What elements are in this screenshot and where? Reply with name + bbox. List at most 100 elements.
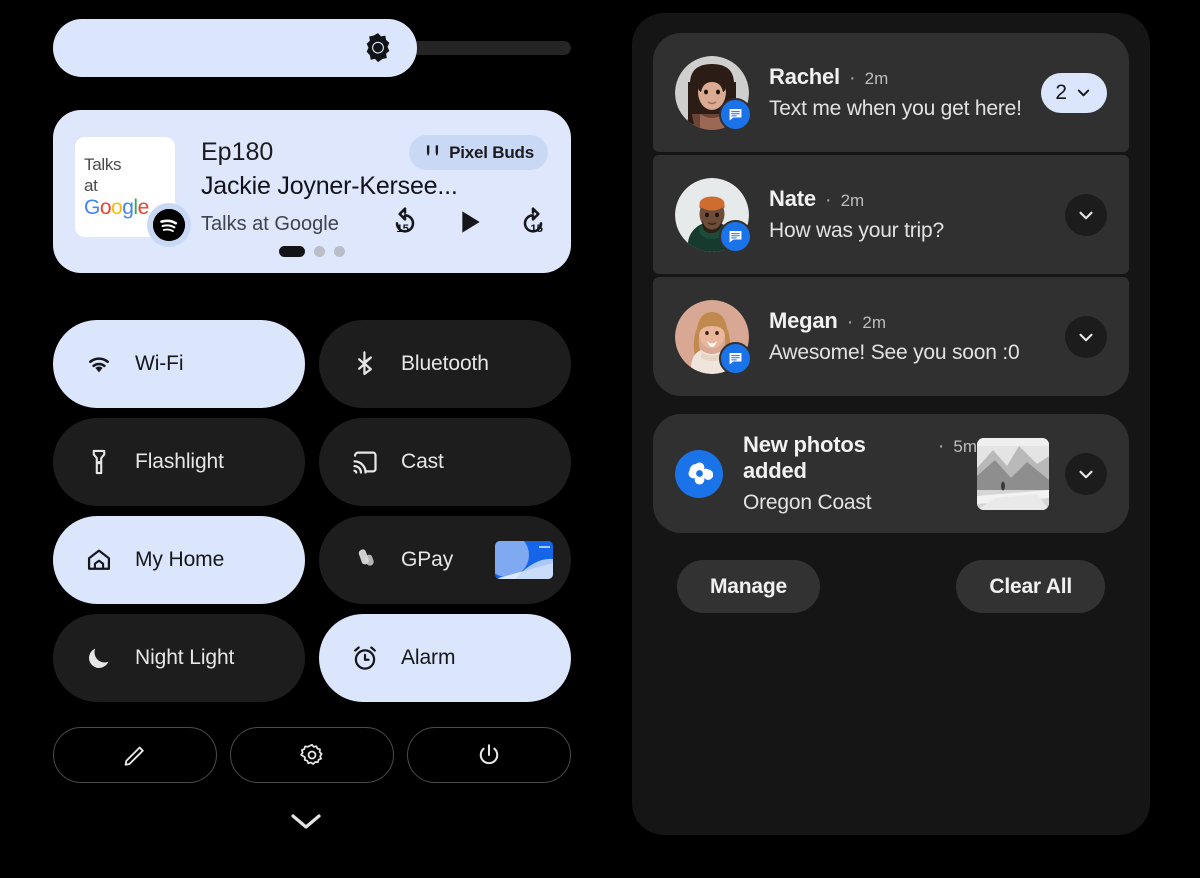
album-art-line-1: Talks — [84, 155, 122, 174]
cast-icon — [353, 451, 377, 474]
notification-google-photos[interactable]: New photos added · 5m Oregon Coast — [653, 414, 1129, 533]
quick-settings-panel: Talks at Google Ep180 Jackie Joyner-Kers… — [0, 0, 612, 878]
notification-count: 2 — [1055, 80, 1067, 104]
brightness-slider[interactable] — [53, 19, 571, 77]
media-player-card[interactable]: Talks at Google Ep180 Jackie Joyner-Kers… — [53, 110, 571, 273]
power-icon — [479, 744, 499, 765]
timestamp: 2m — [840, 191, 865, 210]
brightness-icon — [366, 33, 390, 63]
pencil-icon — [124, 746, 144, 766]
tile-night-light[interactable]: Night Light — [53, 614, 305, 702]
messages-icon — [719, 97, 752, 131]
replay-15-icon[interactable]: 15 — [389, 206, 421, 238]
notification-header: Megan · 2m — [769, 308, 1065, 334]
quick-settings-footer — [53, 727, 571, 783]
brightness-fill[interactable] — [53, 19, 417, 77]
notification-content: Nate · 2m How was your trip? — [769, 186, 1065, 243]
notification-title: New photos added — [743, 432, 866, 483]
media-controls: 15 15 — [389, 206, 549, 238]
tile-label: Alarm — [401, 646, 456, 669]
manage-button[interactable]: Manage — [677, 560, 820, 613]
sender-name: Rachel — [769, 64, 840, 89]
shade-action-row: Manage Clear All — [653, 560, 1129, 613]
notification-megan[interactable]: Megan · 2m Awesome! See you soon :0 — [653, 277, 1129, 396]
tile-row-2: Flashlight Cast — [53, 418, 571, 506]
notification-nate[interactable]: Nate · 2m How was your trip? — [653, 155, 1129, 274]
album-art-line-2: at — [84, 176, 98, 195]
flashlight-icon — [92, 449, 106, 475]
tile-bluetooth[interactable]: Bluetooth — [319, 320, 571, 408]
forward-15-icon[interactable]: 15 — [517, 206, 549, 238]
svg-text:15: 15 — [530, 223, 543, 235]
tile-row-4: Night Light Alarm — [53, 614, 571, 702]
expand-notification-button[interactable] — [1065, 193, 1107, 236]
message-preview: Awesome! See you soon :0 — [769, 341, 1020, 364]
avatar — [675, 299, 752, 375]
alarm-icon — [354, 646, 376, 670]
clear-all-button[interactable]: Clear All — [956, 560, 1105, 613]
notification-header: Nate · 2m — [769, 186, 1065, 212]
notification-header: Rachel · 2m — [769, 64, 1041, 90]
tile-row-3: My Home GPay — [53, 516, 571, 604]
tile-row-1: Wi-Fi Bluetooth — [53, 320, 571, 408]
page-dot-1[interactable] — [279, 246, 305, 257]
separator: · — [846, 311, 854, 333]
conversation-notifications: Rachel · 2m Text me when you get here! 2 — [653, 33, 1129, 396]
notification-count-expand-chip[interactable]: 2 — [1041, 72, 1107, 113]
edit-tiles-button[interactable] — [53, 727, 217, 783]
home-icon — [87, 549, 111, 570]
settings-button[interactable] — [230, 727, 394, 783]
payment-card-thumbnail — [495, 541, 553, 579]
page-dot-3[interactable] — [334, 246, 345, 257]
tile-flashlight[interactable]: Flashlight — [53, 418, 305, 506]
collapse-shade-handle[interactable] — [0, 808, 612, 834]
media-output-label: Pixel Buds — [449, 142, 534, 162]
avatar — [675, 177, 752, 253]
messages-icon — [719, 219, 752, 253]
chevron-down-icon — [1077, 89, 1090, 97]
svg-text:15: 15 — [396, 223, 409, 235]
tile-my-home[interactable]: My Home — [53, 516, 305, 604]
timestamp: 5m — [953, 437, 977, 456]
tile-label: GPay — [401, 548, 454, 571]
notification-content: New photos added · 5m Oregon Coast — [743, 432, 977, 515]
tile-cast[interactable]: Cast — [319, 418, 571, 506]
page-dot-2[interactable] — [314, 246, 325, 257]
expand-notification-button[interactable] — [1065, 315, 1107, 358]
notification-subtitle: Oregon Coast — [743, 491, 872, 514]
google-photos-icon — [675, 449, 723, 498]
media-subtitle: Talks at Google — [201, 213, 339, 235]
chevron-down-icon — [1079, 211, 1093, 219]
notification-content: Rachel · 2m Text me when you get here! — [769, 64, 1041, 121]
oregon-coast-thumbnail[interactable] — [977, 437, 1049, 510]
message-preview: How was your trip? — [769, 219, 944, 242]
media-title: Jackie Joyner-Kersee... — [201, 172, 458, 200]
tile-gpay[interactable]: GPay — [319, 516, 571, 604]
spotify-icon — [147, 203, 191, 247]
message-preview: Text me when you get here! — [769, 97, 1022, 120]
chevron-down-icon — [291, 814, 321, 829]
chevron-down-icon — [1079, 333, 1093, 341]
avatar — [675, 55, 752, 131]
tile-label: My Home — [135, 548, 225, 571]
notification-rachel[interactable]: Rachel · 2m Text me when you get here! 2 — [653, 33, 1129, 152]
media-episode: Ep180 — [201, 138, 274, 166]
power-button[interactable] — [407, 727, 571, 783]
tile-alarm[interactable]: Alarm — [319, 614, 571, 702]
timestamp: 2m — [862, 313, 886, 332]
quick-settings-screen: Talks at Google Ep180 Jackie Joyner-Kers… — [0, 0, 1200, 878]
separator: · — [848, 67, 856, 89]
notification-shade: Rachel · 2m Text me when you get here! 2 — [632, 13, 1150, 835]
tile-label: Bluetooth — [401, 352, 489, 375]
earbuds-icon — [427, 145, 439, 156]
tile-wifi[interactable]: Wi-Fi — [53, 320, 305, 408]
notification-content: Megan · 2m Awesome! See you soon :0 — [769, 308, 1065, 365]
tile-label: Cast — [401, 450, 444, 473]
moon-icon — [89, 648, 109, 668]
play-icon[interactable] — [453, 206, 485, 238]
tile-label: Wi-Fi — [135, 352, 184, 375]
expand-notification-button[interactable] — [1065, 452, 1107, 495]
tile-label: Night Light — [135, 646, 235, 669]
media-output-chip[interactable]: Pixel Buds — [409, 135, 548, 170]
wifi-icon — [89, 357, 109, 373]
